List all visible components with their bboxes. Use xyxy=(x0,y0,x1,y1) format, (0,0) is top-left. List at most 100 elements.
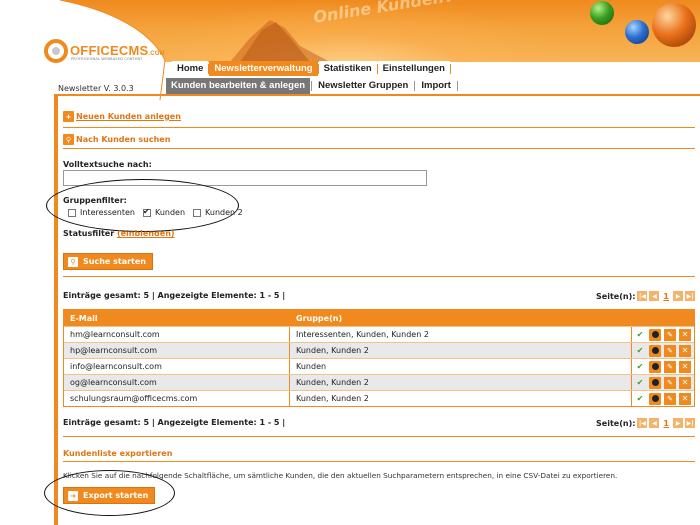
prev-page-icon[interactable]: ◀ xyxy=(649,418,660,428)
edit-pencil-icon[interactable]: ✎ xyxy=(664,376,676,389)
paging-summary-bottom: Einträge gesamt: 5 | Angezeigte Elemente… xyxy=(63,418,286,427)
version-label: Newsletter V. 3.0.3 xyxy=(58,84,134,93)
subnav-kunden[interactable]: Kunden bearbeiten & anlegen xyxy=(166,78,311,94)
pages-label: Seite(n): xyxy=(596,418,636,428)
new-customer-link[interactable]: + Neuen Kunden anlegen xyxy=(63,111,181,122)
customer-table: E-Mail Gruppe(n) hm@learnconsult.com Int… xyxy=(63,309,695,407)
table-row: schulungsraum@officecms.com Kunden, Kund… xyxy=(64,390,694,406)
export-button[interactable]: ➜ Export starten xyxy=(63,487,156,504)
divider xyxy=(63,436,695,437)
last-page-icon[interactable]: ▶| xyxy=(685,418,695,428)
view-icon[interactable] xyxy=(649,360,661,373)
subnav-divider xyxy=(414,81,416,91)
active-check-icon[interactable]: ✔ xyxy=(634,329,646,341)
pager-bottom: Seite(n): |◀ ◀ 1 ▶ ▶| xyxy=(596,418,695,428)
subnav-newsletter-gruppen[interactable]: Newsletter Gruppen xyxy=(313,78,413,94)
cell-email: schulungsraum@officecms.com xyxy=(64,391,290,406)
row-actions: ✔ ✎ ✕ xyxy=(632,391,694,406)
divider xyxy=(63,148,695,149)
next-page-icon[interactable]: ▶ xyxy=(673,418,683,428)
delete-icon[interactable]: ✕ xyxy=(679,392,691,405)
checkbox-label: Kunden 2 xyxy=(205,208,243,217)
table-row: hp@learnconsult.com Kunden, Kunden 2 ✔ ✎… xyxy=(64,342,694,358)
subnav-import[interactable]: Import xyxy=(416,78,456,94)
view-icon[interactable] xyxy=(649,376,661,389)
add-user-icon: + xyxy=(63,111,74,122)
annotation-ellipse xyxy=(46,179,239,232)
edit-pencil-icon[interactable]: ✎ xyxy=(664,360,676,373)
status-filter-row: Statusfilter (einblenden) xyxy=(63,229,175,238)
checkbox-interessenten[interactable] xyxy=(68,208,76,217)
rail-top xyxy=(54,94,166,96)
checkbox-label: Interessenten xyxy=(80,208,135,217)
logo-ring-icon xyxy=(44,39,68,63)
cell-email: info@learnconsult.com xyxy=(64,359,290,374)
nav-underline xyxy=(166,94,700,96)
fulltext-search-input[interactable] xyxy=(63,170,427,186)
first-page-icon[interactable]: |◀ xyxy=(637,291,648,301)
view-icon[interactable] xyxy=(649,392,661,405)
column-header-groups: Gruppe(n) xyxy=(290,310,632,326)
group-filter-checkboxes: Interessenten Kunden Kunden 2 xyxy=(68,207,247,217)
edit-pencil-icon[interactable]: ✎ xyxy=(664,344,676,357)
main-nav: Home Newsletterverwaltung Statistiken Ei… xyxy=(172,61,451,76)
export-description: Klicken Sie auf die nachfolgende Schaltf… xyxy=(63,471,618,480)
edit-pencil-icon[interactable]: ✎ xyxy=(664,328,676,341)
fulltext-label: Volltextsuche nach: xyxy=(63,160,152,169)
table-row: og@learnconsult.com Kunden, Kunden 2 ✔ ✎… xyxy=(64,374,694,390)
active-check-icon[interactable]: ✔ xyxy=(634,361,646,373)
export-arrow-icon: ➜ xyxy=(68,490,78,501)
delete-icon[interactable]: ✕ xyxy=(679,328,691,341)
search-button[interactable]: ⚲ Suche starten xyxy=(63,253,153,270)
active-check-icon[interactable]: ✔ xyxy=(634,377,646,389)
status-filter-toggle-link[interactable]: (einblenden) xyxy=(117,229,175,238)
cell-groups: Kunden, Kunden 2 xyxy=(290,343,632,358)
checkbox-kunden-2[interactable] xyxy=(193,208,202,217)
left-rail xyxy=(54,96,58,525)
delete-icon[interactable]: ✕ xyxy=(679,344,691,357)
nav-divider xyxy=(449,63,451,74)
checkbox-label: Kunden xyxy=(154,208,186,217)
delete-icon[interactable]: ✕ xyxy=(679,360,691,373)
table-row: hm@learnconsult.com Interessenten, Kunde… xyxy=(64,326,694,342)
pages-label: Seite(n): xyxy=(596,291,636,301)
table-header: E-Mail Gruppe(n) xyxy=(64,310,694,326)
search-customer-link[interactable]: ⚲ Nach Kunden suchen xyxy=(63,134,170,145)
search-icon: ⚲ xyxy=(68,256,78,267)
first-page-icon[interactable]: |◀ xyxy=(637,418,648,428)
cell-groups: Kunden xyxy=(290,359,632,374)
logo[interactable]: OFFICECMS.COM xyxy=(70,43,165,58)
divider xyxy=(63,127,695,128)
next-page-icon[interactable]: ▶ xyxy=(673,291,683,301)
divider xyxy=(63,276,695,277)
green-ball-decoration xyxy=(590,1,614,25)
page-number[interactable]: 1 xyxy=(663,292,669,301)
prev-page-icon[interactable]: ◀ xyxy=(649,291,660,301)
row-actions: ✔ ✎ ✕ xyxy=(632,375,694,390)
nav-home[interactable]: Home xyxy=(172,61,209,76)
cell-groups: Interessenten, Kunden, Kunden 2 xyxy=(290,327,632,342)
active-check-icon[interactable]: ✔ xyxy=(634,345,646,357)
last-page-icon[interactable]: ▶| xyxy=(685,291,695,301)
export-section-title: Kundenliste exportieren xyxy=(63,449,173,458)
checkbox-kunden[interactable] xyxy=(142,207,151,217)
nav-einstellungen[interactable]: Einstellungen xyxy=(377,61,450,76)
pager-top: Seite(n): |◀ ◀ 1 ▶ ▶| xyxy=(596,291,695,301)
page-number[interactable]: 1 xyxy=(663,419,669,428)
cell-email: hm@learnconsult.com xyxy=(64,327,290,342)
view-icon[interactable] xyxy=(649,328,661,341)
edit-pencil-icon[interactable]: ✎ xyxy=(664,392,676,405)
divider xyxy=(63,461,695,462)
row-actions: ✔ ✎ ✕ xyxy=(632,359,694,374)
cell-email: hp@learnconsult.com xyxy=(64,343,290,358)
delete-icon[interactable]: ✕ xyxy=(679,376,691,389)
blue-ball-decoration xyxy=(625,20,649,44)
active-check-icon[interactable]: ✔ xyxy=(634,393,646,405)
paging-summary: Einträge gesamt: 5 | Angezeigte Elemente… xyxy=(63,291,286,300)
view-icon[interactable] xyxy=(649,344,661,357)
orange-ball-decoration xyxy=(652,3,696,47)
nav-statistiken[interactable]: Statistiken xyxy=(318,61,377,76)
row-actions: ✔ ✎ ✕ xyxy=(632,343,694,358)
nav-newsletterverwaltung[interactable]: Newsletterverwaltung xyxy=(209,61,318,76)
row-actions: ✔ ✎ ✕ xyxy=(632,327,694,342)
